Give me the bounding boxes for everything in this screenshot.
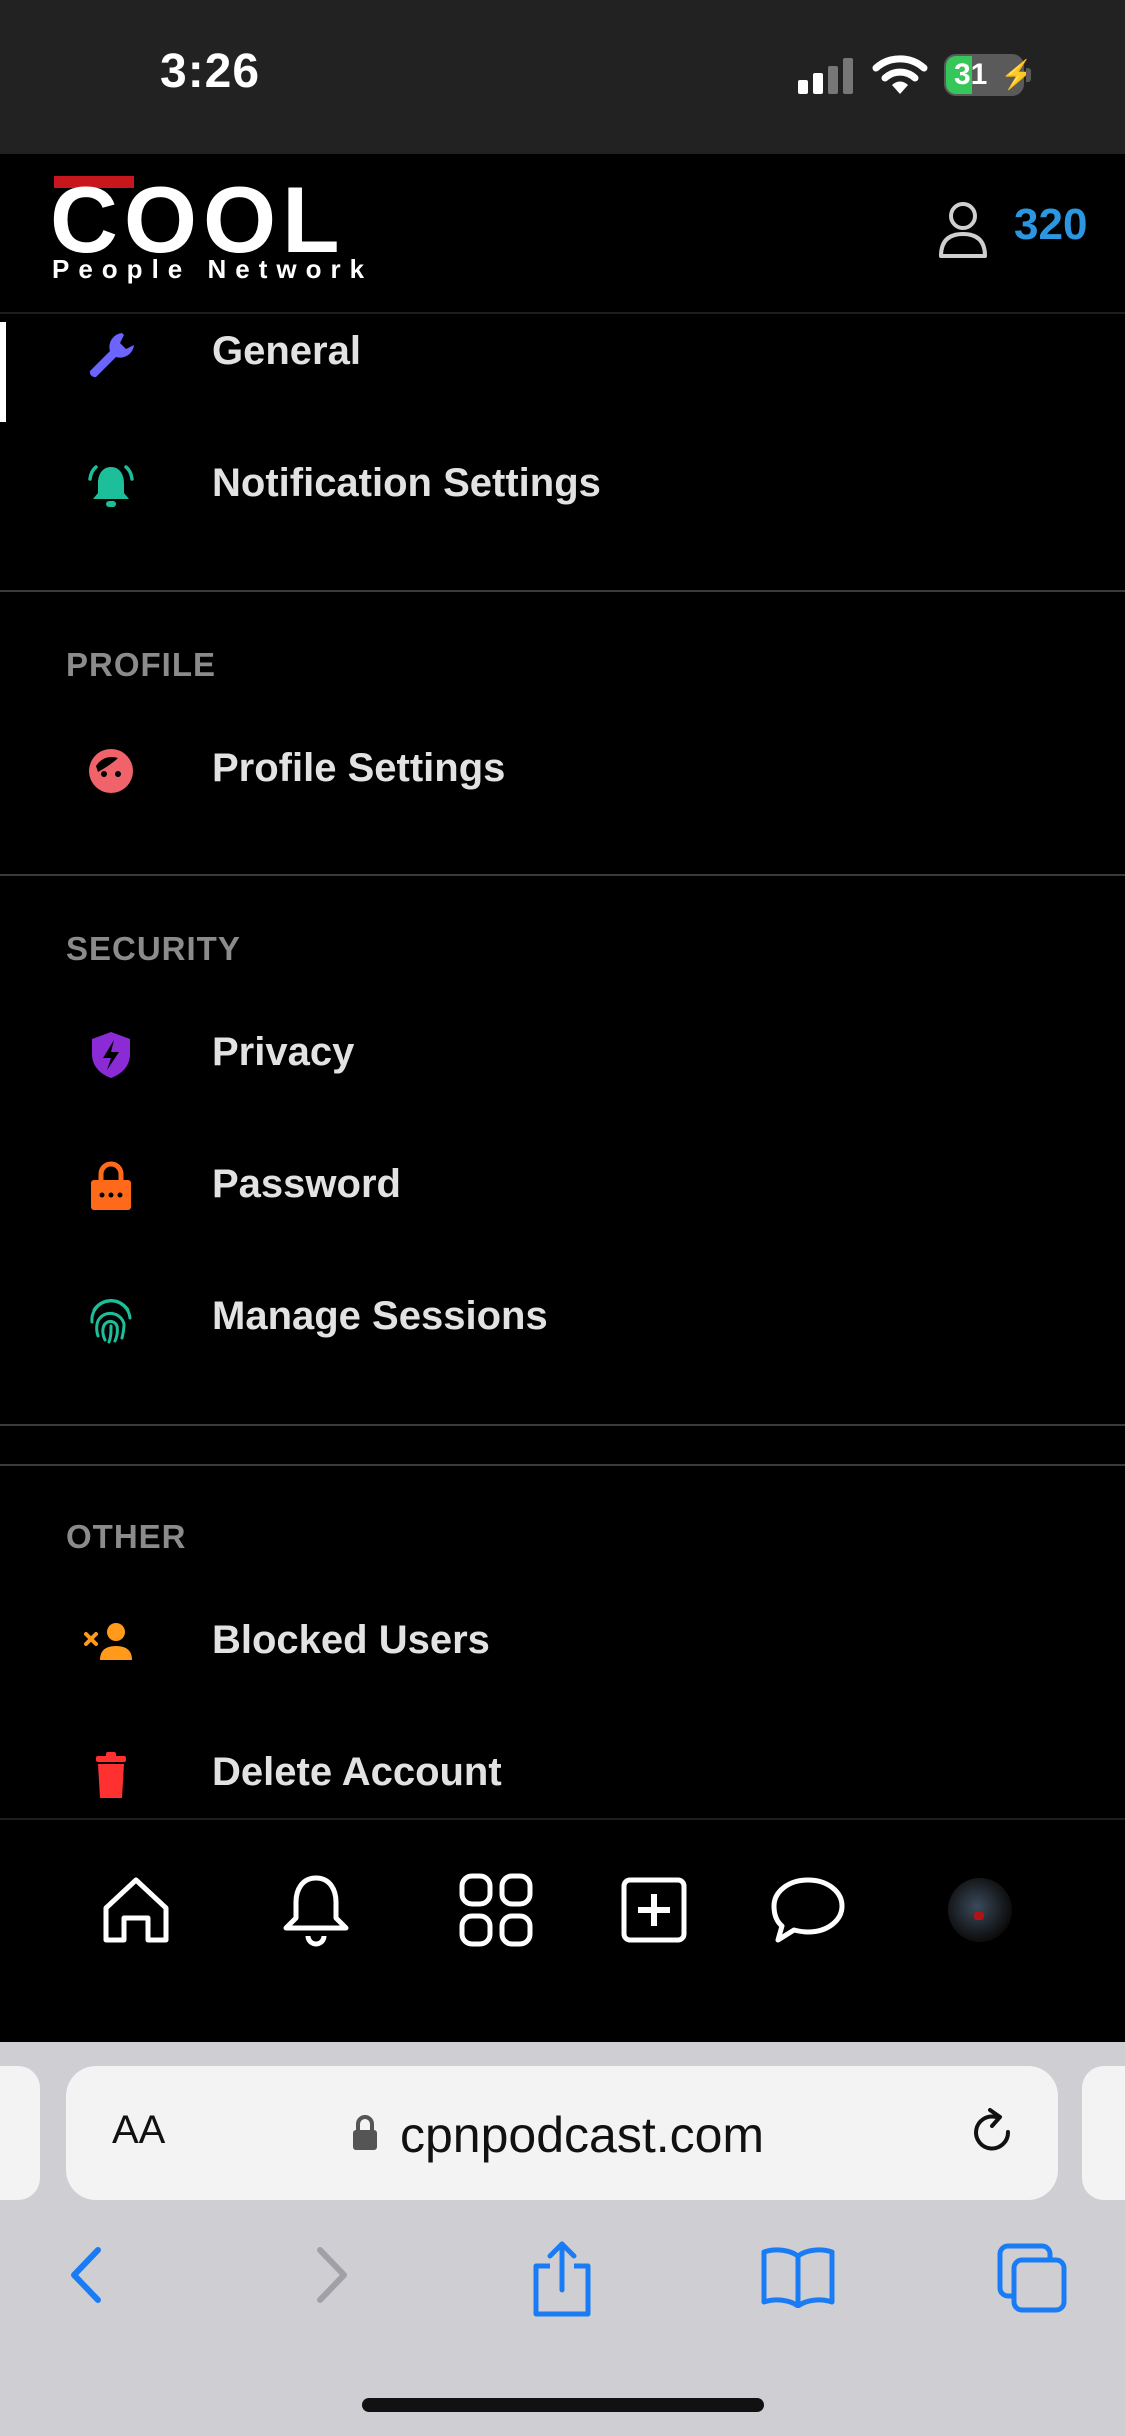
forward-icon[interactable]	[306, 2240, 356, 2310]
bell-icon[interactable]	[276, 1870, 356, 1950]
menu-label: Blocked Users	[212, 1618, 490, 1662]
menu-item-manage-sessions[interactable]: Manage Sessions	[0, 1264, 1125, 1374]
divider	[0, 1464, 1125, 1466]
back-icon[interactable]	[62, 2240, 112, 2310]
menu-item-general[interactable]: General	[0, 299, 1125, 409]
menu-item-privacy[interactable]: Privacy	[0, 1000, 1125, 1110]
reload-icon[interactable]	[964, 2104, 1020, 2160]
menu-label: Privacy	[212, 1030, 355, 1074]
share-icon[interactable]	[528, 2240, 596, 2320]
chat-icon[interactable]	[768, 1870, 848, 1950]
battery-icon: 31 ⚡	[944, 54, 1035, 96]
trash-icon	[96, 1752, 126, 1798]
menu-item-password[interactable]: Password	[0, 1132, 1125, 1242]
cellular-signal-icon	[798, 58, 853, 94]
section-title-security: SECURITY	[66, 930, 241, 967]
battery-level: 31	[954, 58, 988, 91]
wrench-icon	[89, 333, 134, 378]
status-time: 3:26	[160, 45, 261, 98]
menu-item-notification-settings[interactable]: Notification Settings	[0, 431, 1125, 541]
add-post-icon[interactable]	[614, 1870, 694, 1950]
divider	[0, 590, 1125, 592]
face-icon	[89, 749, 133, 793]
menu-item-profile-settings[interactable]: Profile Settings	[0, 716, 1125, 826]
fingerprint-icon	[90, 1299, 132, 1344]
menu-label: Notification Settings	[212, 461, 601, 505]
wifi-icon	[872, 55, 928, 94]
divider	[0, 1424, 1125, 1426]
menu-label: General	[212, 329, 361, 373]
section-title-other: OTHER	[66, 1518, 187, 1555]
section-title-profile: PROFILE	[66, 646, 217, 683]
avatar[interactable]	[948, 1878, 1012, 1942]
home-indicator[interactable]	[362, 2398, 764, 2412]
logo-text: COOL	[50, 176, 346, 256]
cool-logo[interactable]: COOL	[50, 176, 430, 256]
bell-ringing-icon	[88, 465, 134, 507]
home-icon[interactable]	[96, 1870, 176, 1950]
battery-cap	[1026, 68, 1031, 82]
next-tab-card[interactable]	[1082, 2066, 1125, 2200]
apps-grid-icon[interactable]	[456, 1870, 536, 1950]
lock-bag-icon	[91, 1161, 131, 1210]
reader-settings-button[interactable]: AA	[112, 2108, 165, 2153]
tabs-icon[interactable]	[996, 2242, 1070, 2316]
bookmarks-icon[interactable]	[760, 2244, 836, 2308]
logo-subtitle: People Network	[52, 254, 374, 284]
menu-label: Delete Account	[212, 1750, 502, 1794]
user-icon[interactable]	[936, 200, 990, 258]
divider	[0, 874, 1125, 876]
menu-label: Manage Sessions	[212, 1294, 548, 1338]
lock-icon	[353, 2115, 377, 2150]
points-count[interactable]: 320	[1014, 200, 1087, 250]
previous-tab-card[interactable]	[0, 2066, 40, 2200]
shield-bolt-icon	[92, 1032, 130, 1078]
menu-item-blocked-users[interactable]: Blocked Users	[0, 1588, 1125, 1698]
url-text[interactable]: cpnpodcast.com	[400, 2106, 764, 2164]
menu-item-delete-account[interactable]: Delete Account	[0, 1720, 1125, 1830]
menu-label: Profile Settings	[212, 746, 506, 790]
user-x-icon	[84, 1623, 132, 1660]
menu-label: Password	[212, 1162, 401, 1206]
